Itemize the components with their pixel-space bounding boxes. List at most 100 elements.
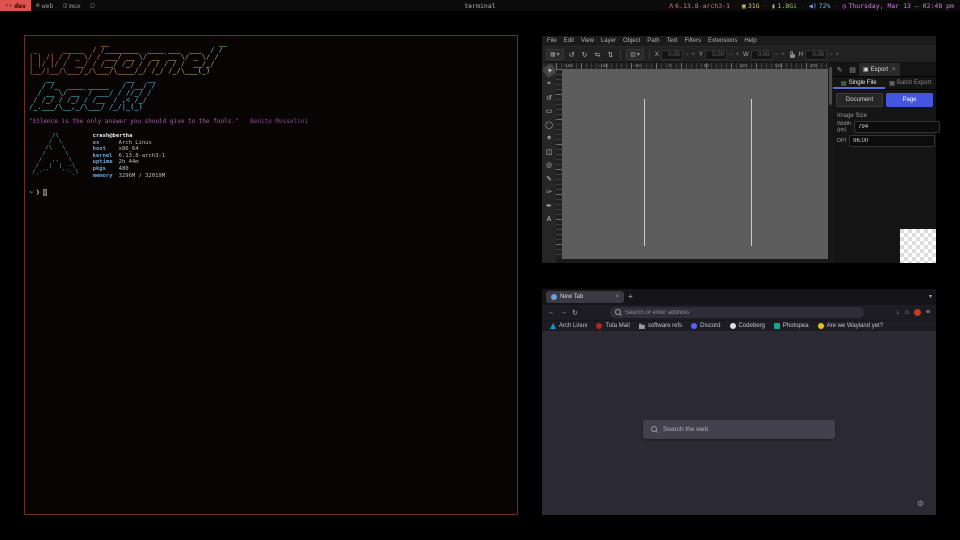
image-size-label: Image Size xyxy=(833,110,936,120)
flip-vertical-icon[interactable]: ⇅ xyxy=(605,51,615,59)
document-button[interactable]: Document xyxy=(836,93,883,107)
flip-horizontal-icon[interactable]: ⇆ xyxy=(592,51,602,59)
h-value[interactable]: 0.00 xyxy=(805,50,827,60)
decrement-button[interactable]: − xyxy=(828,52,834,58)
star-tool[interactable]: ✶ xyxy=(544,133,555,144)
tab-list-chevron-icon[interactable]: ▾ xyxy=(929,293,932,301)
menu-view[interactable]: View xyxy=(581,38,594,44)
selection-mode-dropdown[interactable]: ▦ ▾ xyxy=(546,49,564,60)
pencil-dialog-icon[interactable]: ✎ xyxy=(833,66,846,74)
pencil-tool[interactable]: ✎ xyxy=(544,173,555,184)
grid-icon: ▦ xyxy=(550,51,556,58)
export-width-input[interactable] xyxy=(854,121,940,133)
decrement-button[interactable]: − xyxy=(684,52,690,58)
active-tab[interactable]: New Tab × xyxy=(546,291,624,303)
close-icon[interactable]: × xyxy=(892,67,896,73)
ellipse-tool[interactable]: ◯ xyxy=(544,119,555,130)
volume-text: 72% xyxy=(819,2,831,10)
x-value[interactable]: 0.00 xyxy=(661,50,683,60)
web-search-input[interactable] xyxy=(663,426,827,433)
bookmark-discord[interactable]: Discord xyxy=(691,323,720,329)
increment-button[interactable]: + xyxy=(734,52,740,58)
inkscape-canvas[interactable] xyxy=(562,69,828,259)
reload-button[interactable]: ↻ xyxy=(572,309,578,317)
calligraphy-tool[interactable]: ✒ xyxy=(544,200,555,211)
lock-ratio-toggle[interactable] xyxy=(789,50,796,60)
dpi-label: DPI xyxy=(837,138,846,144)
increment-button[interactable]: + xyxy=(835,52,841,58)
scrollbar-thumb[interactable] xyxy=(829,67,832,105)
horizontal-scrollbar[interactable] xyxy=(556,259,828,263)
w-value[interactable]: 0.00 xyxy=(751,50,773,60)
personalize-gear-icon[interactable]: ⚙ xyxy=(917,499,924,508)
export-dialog-tab[interactable]: ▣ Export × xyxy=(859,63,900,76)
export-dpi-input[interactable] xyxy=(849,135,935,147)
download-icon[interactable]: ↓ xyxy=(896,309,900,316)
increment-button[interactable]: + xyxy=(690,52,696,58)
menu-layer[interactable]: Layer xyxy=(601,38,616,44)
bookmark-folder-software-refs[interactable]: software refs xyxy=(639,323,682,329)
page-button[interactable]: Page xyxy=(886,93,933,107)
bookmark-are-we-wayland-yet[interactable]: Are we Wayland yet? xyxy=(818,323,883,329)
url-bar[interactable] xyxy=(610,307,864,318)
forward-button[interactable]: → xyxy=(560,309,567,316)
home-icon[interactable]: ⌂ xyxy=(905,309,909,316)
dialog-tab-strip: ✎ ▤ ▣ Export × xyxy=(833,63,936,77)
decrement-button[interactable]: − xyxy=(728,52,734,58)
arch-icon: Λ xyxy=(669,2,673,10)
increment-button[interactable]: + xyxy=(780,52,786,58)
spiral-tool[interactable]: ◎ xyxy=(544,160,555,171)
adblock-extension-icon[interactable] xyxy=(914,309,921,316)
menu-help[interactable]: Help xyxy=(744,38,756,44)
fetch-row-pkgs: pkgs480 xyxy=(93,166,165,173)
menu-path[interactable]: Path xyxy=(647,38,659,44)
snap-dropdown[interactable]: ▥ ▾ xyxy=(626,49,644,60)
tag-dev[interactable]: ‹› dev xyxy=(0,0,31,11)
menu-filters[interactable]: Filters xyxy=(685,38,701,44)
rotate-cw-icon[interactable]: ↻ xyxy=(580,51,590,59)
bookmark-codeberg[interactable]: Codeberg xyxy=(730,323,765,329)
tab-batch-export[interactable]: ▦ Batch Export xyxy=(885,77,937,89)
shell-prompt[interactable]: ~ ❯ xyxy=(29,188,517,196)
terminal-window[interactable]: __ __ _ _____ / /________ ____ ___ ___ /… xyxy=(24,35,518,515)
tag-web[interactable]: ⚙ web xyxy=(31,0,58,11)
url-input[interactable] xyxy=(625,310,859,316)
menu-file[interactable]: File xyxy=(547,38,557,44)
ascii-art-back: __ __ __ / /_ ____ _____ / /__/ / / __ \… xyxy=(29,76,517,111)
vertical-scrollbar[interactable] xyxy=(828,63,833,263)
fetch-row-kernel: kernel6.13.8-arch3-1 xyxy=(93,153,165,160)
ruler-label: 200 xyxy=(810,63,818,68)
text-tool[interactable]: A xyxy=(544,214,555,225)
separator: · xyxy=(801,2,805,10)
clock-text: Thursday, Mar 13 — 02:48 pm xyxy=(848,2,954,10)
node-editor-tool[interactable]: ⌖ xyxy=(544,79,555,90)
rectangle-tool[interactable]: ▭ xyxy=(544,106,555,117)
export-panel: ✎ ▤ ▣ Export × ▤ Single File ▦ Batch Exp… xyxy=(833,63,936,263)
bookmark-tuta-mail[interactable]: Tuta Mail xyxy=(596,323,629,329)
menu-icon[interactable]: ≡ xyxy=(926,309,930,316)
back-button[interactable]: ← xyxy=(548,309,555,316)
tag-empty[interactable]: □ xyxy=(86,0,100,11)
new-tab-button[interactable]: + xyxy=(628,293,633,301)
layers-dialog-icon[interactable]: ▤ xyxy=(846,66,859,74)
selector-tool[interactable]: ➤ xyxy=(541,63,556,78)
decrement-button[interactable]: − xyxy=(774,52,780,58)
pen-tool[interactable]: ✑ xyxy=(544,187,555,198)
y-value[interactable]: 0.00 xyxy=(705,50,727,60)
rotate-ccw-icon[interactable]: ↺ xyxy=(567,51,577,59)
shape-builder-tool[interactable]: ↺ xyxy=(544,92,555,103)
inkscape-toolbox: ➤ ⌖ ↺ ▭ ◯ ✶ ◫ ◎ ✎ ✑ ✒ A xyxy=(542,63,556,263)
menu-object[interactable]: Object xyxy=(623,38,640,44)
box-3d-tool[interactable]: ◫ xyxy=(544,146,555,157)
web-search-box[interactable] xyxy=(643,420,835,439)
tag-mux[interactable]: ◫ mux xyxy=(58,0,85,11)
gear-icon: ⚙ xyxy=(36,2,40,9)
memory-module: ▮ 1.8Gi xyxy=(771,2,797,10)
bookmark-photopea[interactable]: Photopea xyxy=(774,323,809,329)
menu-text[interactable]: Text xyxy=(667,38,678,44)
menu-edit[interactable]: Edit xyxy=(564,38,574,44)
menu-extensions[interactable]: Extensions xyxy=(708,38,737,44)
tab-single-file[interactable]: ▤ Single File xyxy=(833,77,885,89)
close-icon[interactable]: × xyxy=(615,294,619,300)
bookmark-arch-linux[interactable]: Arch Linux xyxy=(550,323,587,329)
